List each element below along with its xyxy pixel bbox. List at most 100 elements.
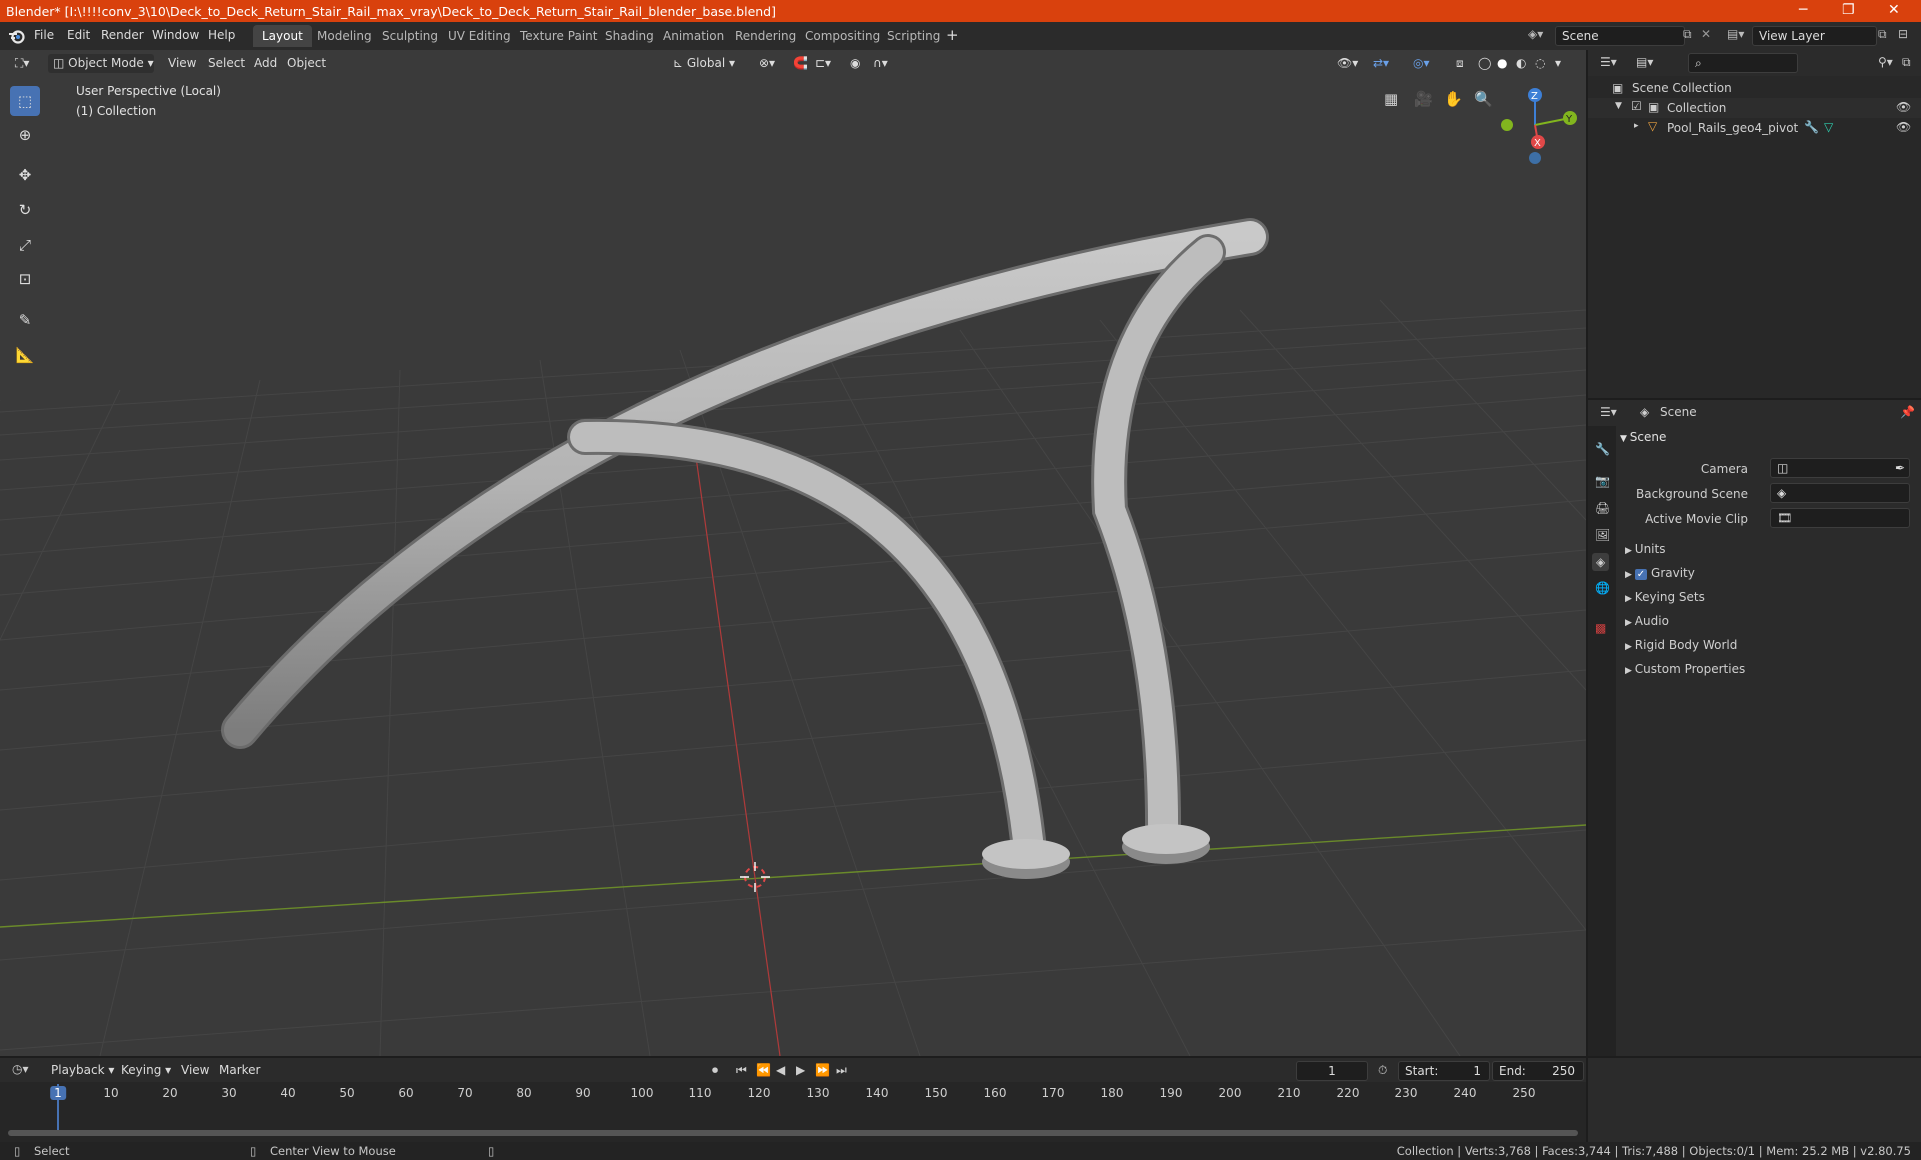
panel-keying-sets[interactable]: ▶ Keying Sets <box>1625 590 1705 604</box>
scene-selector-icon[interactable]: ◈▾ <box>1528 27 1543 41</box>
3d-viewport[interactable]: ⬚ ⊕ ✥ ↻ ⤢ ⊡ ✎ 📐 User Perspective (Local)… <box>0 50 1586 1056</box>
tab-sculpting[interactable]: Sculpting <box>373 25 447 47</box>
camera-field[interactable]: ◫ ✒ <box>1770 458 1910 478</box>
grid-view-icon[interactable]: ▦ <box>1384 90 1398 108</box>
jump-end-button[interactable]: ⏭ <box>836 1063 847 1078</box>
annotate-tool[interactable]: ✎ <box>10 305 40 335</box>
outliner-row-collection[interactable]: ▼ ☑ ▣ Collection 👁 <box>1588 98 1921 118</box>
output-tab-icon[interactable]: 🖨 <box>1595 501 1610 515</box>
xray-icon[interactable]: ⧈ <box>1451 54 1469 73</box>
eye-icon[interactable]: 👁 <box>1896 100 1911 114</box>
falloff-icon[interactable]: ∩▾ <box>868 54 893 73</box>
camera-view-icon[interactable]: 🎥 <box>1414 90 1433 108</box>
panel-custom-properties[interactable]: ▶ Custom Properties <box>1625 662 1745 676</box>
menu-select[interactable]: Select <box>203 54 250 73</box>
overlay-toggle-icon[interactable]: ◎▾ <box>1408 54 1435 73</box>
menu-keying[interactable]: Keying ▾ <box>116 1061 176 1080</box>
pan-hand-icon[interactable]: ✋ <box>1444 90 1463 108</box>
view-layer-tab-icon[interactable]: 🖼 <box>1595 528 1610 542</box>
end-frame-field[interactable]: End: 250 <box>1492 1061 1584 1081</box>
transform-orientation-dropdown[interactable]: ⊾ Global ▾ <box>668 54 748 73</box>
filter-icon[interactable]: ⚲▾ <box>1878 55 1893 69</box>
eye-icon[interactable]: 👁 <box>1896 120 1911 134</box>
texture-tab-icon[interactable]: ▩ <box>1595 621 1606 635</box>
close-button[interactable]: ✕ <box>1888 2 1900 18</box>
timeline-scrollbar[interactable] <box>8 1130 1578 1136</box>
menu-file[interactable]: File <box>34 28 54 42</box>
new-collection-icon[interactable]: ⧉ <box>1902 55 1911 70</box>
active-movie-clip-field[interactable]: 🎞 <box>1770 508 1910 528</box>
visibility-icon[interactable]: 👁▾ <box>1332 54 1363 73</box>
menu-help[interactable]: Help <box>208 28 235 42</box>
panel-audio[interactable]: ▶ Audio <box>1625 614 1669 628</box>
snap-target-icon[interactable]: ⊏▾ <box>810 54 836 73</box>
menu-marker[interactable]: Marker <box>214 1061 265 1080</box>
background-scene-field[interactable]: ◈ <box>1770 483 1910 503</box>
current-frame-field[interactable]: 1 <box>1296 1061 1368 1081</box>
move-tool[interactable]: ✥ <box>10 160 40 190</box>
jump-start-button[interactable]: ⏮ <box>736 1063 747 1078</box>
next-keyframe-button[interactable]: ⏩ <box>815 1063 830 1077</box>
menu-timeline-view[interactable]: View <box>176 1061 214 1080</box>
scene-field[interactable]: Scene <box>1555 26 1685 46</box>
shading-options-icon[interactable]: ▾ <box>1550 54 1566 73</box>
proportional-edit-icon[interactable]: ◉ <box>845 54 865 73</box>
outliner-row-object[interactable]: ▸ ▽ Pool_Rails_geo4_pivot 🔧 ▽ 👁 <box>1588 118 1921 138</box>
tab-shading[interactable]: Shading <box>596 25 663 47</box>
menu-window[interactable]: Window <box>152 28 199 42</box>
solid-shading-icon[interactable]: ● <box>1492 54 1512 73</box>
new-scene-icon[interactable]: ⧉ <box>1683 27 1692 42</box>
view-layer-icon[interactable]: ▤▾ <box>1727 27 1744 41</box>
menu-edit[interactable]: Edit <box>67 28 90 42</box>
tab-layout[interactable]: Layout <box>253 25 312 47</box>
rotate-tool[interactable]: ↻ <box>10 195 40 225</box>
menu-render[interactable]: Render <box>101 28 144 42</box>
tab-texture-paint[interactable]: Texture Paint <box>511 25 606 47</box>
tab-rendering[interactable]: Rendering <box>726 25 805 47</box>
expand-arrow-icon[interactable]: ▸ <box>1634 121 1639 131</box>
panel-gravity[interactable]: ▶ ✓ Gravity <box>1625 566 1695 580</box>
start-frame-field[interactable]: Start: 1 <box>1398 1061 1490 1081</box>
tab-compositing[interactable]: Compositing <box>796 25 889 47</box>
collection-checkbox[interactable]: ☑ <box>1631 99 1642 113</box>
blender-logo-icon[interactable] <box>8 28 25 44</box>
tab-modeling[interactable]: Modeling <box>308 25 381 47</box>
menu-add[interactable]: Add <box>249 54 282 73</box>
scene-tab-icon[interactable]: ◈ <box>1592 553 1610 571</box>
gravity-checkbox[interactable]: ✓ <box>1634 569 1648 580</box>
navigation-gizmo[interactable]: Z Y X <box>1490 80 1580 190</box>
record-button[interactable]: ⏺ <box>712 1063 718 1078</box>
delete-scene-icon[interactable]: ✕ <box>1701 27 1711 41</box>
expand-arrow-icon[interactable]: ▼ <box>1615 101 1622 111</box>
modifier-icon[interactable]: 🔧 <box>1804 120 1819 134</box>
material-shading-icon[interactable]: ◐ <box>1511 54 1531 73</box>
properties-editor-icon[interactable]: ☰▾ <box>1600 405 1617 419</box>
display-mode-icon[interactable]: ▤▾ <box>1636 55 1653 69</box>
outliner-editor-icon[interactable]: ☰▾ <box>1600 55 1617 69</box>
pivot-point-icon[interactable]: ⊗▾ <box>754 54 780 73</box>
transform-tool[interactable]: ⊡ <box>10 264 40 294</box>
new-view-layer-icon[interactable]: ⧉ <box>1878 27 1887 42</box>
remove-view-layer-icon[interactable]: ⊟ <box>1898 27 1908 41</box>
render-tab-icon[interactable]: 📷 <box>1595 474 1610 488</box>
play-button[interactable]: ▶ <box>796 1063 805 1077</box>
gizmo-toggle-icon[interactable]: ⇄▾ <box>1368 54 1394 73</box>
tab-uv-editing[interactable]: UV Editing <box>439 25 520 47</box>
scale-tool[interactable]: ⤢ <box>10 230 40 260</box>
view-layer-field[interactable]: View Layer <box>1752 26 1877 46</box>
cursor-tool[interactable]: ⊕ <box>10 120 40 150</box>
measure-tool[interactable]: 📐 <box>10 340 40 370</box>
outliner-row-scene-collection[interactable]: ▣ Scene Collection <box>1588 78 1921 98</box>
editor-type-icon[interactable]: ⛶▾ <box>10 54 34 73</box>
play-reverse-button[interactable]: ◀ <box>776 1063 785 1077</box>
scene-panel-header[interactable]: ▼ Scene <box>1620 430 1666 444</box>
mode-dropdown[interactable]: ◫ Object Mode ▾ <box>48 54 154 73</box>
world-tab-icon[interactable]: 🌐 <box>1595 581 1610 595</box>
menu-playback[interactable]: Playback ▾ <box>46 1061 119 1080</box>
maximize-button[interactable]: ❐ <box>1842 2 1855 18</box>
panel-units[interactable]: ▶ Units <box>1625 542 1665 556</box>
stopwatch-icon[interactable]: ⏱ <box>1378 1063 1387 1078</box>
menu-object[interactable]: Object <box>282 54 331 73</box>
select-box-tool[interactable]: ⬚ <box>10 86 40 116</box>
panel-rigid-body-world[interactable]: ▶ Rigid Body World <box>1625 638 1737 652</box>
